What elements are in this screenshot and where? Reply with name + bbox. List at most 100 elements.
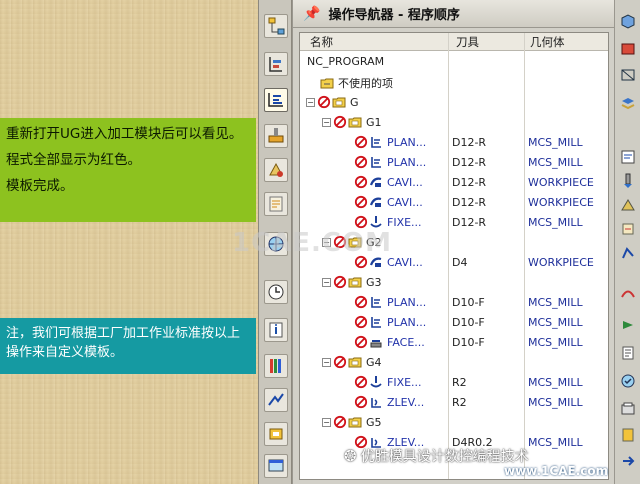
tree-group-row[interactable]: 不使用的项 bbox=[300, 72, 608, 92]
tree-name-cell[interactable]: PLAN... bbox=[354, 155, 426, 169]
geometry-cell: MCS_MILL bbox=[528, 336, 583, 349]
tool-cell: D10-F bbox=[452, 296, 485, 309]
tree-name-cell[interactable]: 不使用的项 bbox=[320, 75, 393, 91]
tree-item-label: G1 bbox=[366, 115, 382, 129]
tree-item-label: NC_PROGRAM bbox=[307, 55, 385, 68]
wireframe-view-icon[interactable] bbox=[619, 66, 637, 84]
assembly-navigator-icon[interactable] bbox=[264, 14, 288, 38]
info-window-icon[interactable] bbox=[264, 318, 288, 342]
tree-operation-row[interactable]: FIXE... R2 MCS_MILL bbox=[300, 372, 608, 392]
geometry-cell: WORKPIECE bbox=[528, 196, 594, 209]
geometry-view-icon[interactable] bbox=[264, 158, 288, 182]
create-tool-icon[interactable] bbox=[619, 172, 637, 190]
operation-navigator-icon[interactable] bbox=[264, 88, 288, 112]
geometry-cell: MCS_MILL bbox=[528, 136, 583, 149]
tree-operation-row[interactable]: CAVI... D12-R WORKPIECE bbox=[300, 172, 608, 192]
tree-item-label: G bbox=[350, 95, 359, 109]
collapse-toggle[interactable]: − bbox=[322, 357, 331, 367]
column-header-geometry[interactable]: 几何体 bbox=[530, 34, 565, 50]
tool-cell: R2 bbox=[452, 396, 467, 409]
pin-icon[interactable]: 📌 bbox=[303, 6, 320, 22]
tree-group-row[interactable]: − G4 bbox=[300, 352, 608, 372]
create-method-icon[interactable] bbox=[619, 220, 637, 238]
display-window-icon[interactable] bbox=[264, 454, 288, 478]
machine-tool-icon[interactable] bbox=[264, 124, 288, 148]
verify-toolpath-icon[interactable] bbox=[619, 372, 637, 390]
tree-name-cell[interactable]: CAVI... bbox=[354, 195, 423, 209]
tree-name-cell[interactable]: − G4 bbox=[322, 355, 382, 369]
note-line-1: 重新打开UG进入加工模块后可以看见。 bbox=[6, 126, 243, 142]
tool-path-icon[interactable] bbox=[264, 388, 288, 412]
cube-view-icon[interactable] bbox=[619, 12, 637, 30]
tree-name-cell[interactable]: − G5 bbox=[322, 415, 382, 429]
tree-operation-row[interactable]: FACE... D10-F MCS_MILL bbox=[300, 332, 608, 352]
status-repost-icon bbox=[354, 375, 368, 389]
create-operation-icon[interactable] bbox=[619, 244, 637, 262]
tree-name-cell[interactable]: FIXE... bbox=[354, 215, 422, 229]
tree-name-cell[interactable]: NC_PROGRAM bbox=[304, 55, 384, 68]
system-materials-icon[interactable] bbox=[264, 422, 288, 446]
tree-name-cell[interactable]: PLAN... bbox=[354, 295, 426, 309]
tree-item-label: CAVI... bbox=[387, 175, 423, 189]
column-header-tool[interactable]: 刀具 bbox=[456, 34, 479, 50]
tree-operation-row[interactable]: PLAN... D10-F MCS_MILL bbox=[300, 312, 608, 332]
status-repost-icon bbox=[354, 175, 368, 189]
tree-group-row[interactable]: − G1 bbox=[300, 112, 608, 132]
tree-operation-row[interactable]: PLAN... D12-R MCS_MILL bbox=[300, 132, 608, 152]
tool-cell: D12-R bbox=[452, 216, 487, 229]
shop-documentation-icon[interactable] bbox=[619, 426, 637, 444]
collapse-toggle[interactable]: − bbox=[322, 277, 331, 287]
geometry-cell: MCS_MILL bbox=[528, 316, 583, 329]
shaded-view-icon[interactable] bbox=[619, 40, 637, 58]
tree-name-cell[interactable]: FIXE... bbox=[354, 375, 422, 389]
tree-item-label: PLAN... bbox=[387, 295, 427, 309]
geometry-cell: WORKPIECE bbox=[528, 256, 594, 269]
status-repost-icon bbox=[333, 115, 347, 129]
tree-operation-row[interactable]: PLAN... D12-R MCS_MILL bbox=[300, 152, 608, 172]
collapse-toggle[interactable]: − bbox=[306, 97, 315, 107]
output-cls-icon[interactable] bbox=[619, 452, 637, 470]
part-navigator-icon[interactable] bbox=[264, 52, 288, 76]
cavity-op-icon bbox=[369, 175, 383, 189]
history-clock-icon[interactable] bbox=[264, 280, 288, 304]
replay-toolpath-icon[interactable] bbox=[619, 316, 637, 334]
layer-settings-icon[interactable] bbox=[619, 94, 637, 112]
tree-item-label: G5 bbox=[366, 415, 382, 429]
status-repost-icon bbox=[317, 95, 331, 109]
create-geometry-icon[interactable] bbox=[619, 196, 637, 214]
status-repost-icon bbox=[354, 335, 368, 349]
postprocess-icon[interactable] bbox=[619, 400, 637, 418]
tree-operation-row[interactable]: CAVI... D12-R WORKPIECE bbox=[300, 192, 608, 212]
wechat-icon: ❂ bbox=[344, 447, 357, 465]
collapse-toggle[interactable]: − bbox=[322, 117, 331, 127]
palette-roles-icon[interactable] bbox=[264, 354, 288, 378]
tree-name-cell[interactable]: CAVI... bbox=[354, 175, 423, 189]
tree-group-row[interactable]: − G bbox=[300, 92, 608, 112]
tree-item-label: CAVI... bbox=[387, 255, 423, 269]
watermark-center: 1CAE.COM bbox=[232, 228, 392, 258]
tree-name-cell[interactable]: − G3 bbox=[322, 275, 382, 289]
tree-name-cell[interactable]: − G1 bbox=[322, 115, 382, 129]
tree-name-cell[interactable]: − G bbox=[306, 95, 359, 109]
generate-toolpath-icon[interactable] bbox=[619, 284, 637, 302]
tree-group-row[interactable]: − G5 bbox=[300, 412, 608, 432]
watermark-site: www.1CAE.com bbox=[504, 464, 609, 478]
tree-group-row[interactable]: NC_PROGRAM bbox=[300, 52, 608, 72]
tree-operation-row[interactable]: ZLEV... R2 MCS_MILL bbox=[300, 392, 608, 412]
right-toolbar bbox=[614, 0, 640, 484]
tree-operation-row[interactable]: PLAN... D10-F MCS_MILL bbox=[300, 292, 608, 312]
method-view-icon[interactable] bbox=[264, 192, 288, 216]
tree-name-cell[interactable]: ZLEV... bbox=[354, 395, 424, 409]
tree-group-row[interactable]: − G3 bbox=[300, 272, 608, 292]
tree-name-cell[interactable]: PLAN... bbox=[354, 315, 426, 329]
unused-folder-icon bbox=[320, 76, 334, 90]
list-toolpath-icon[interactable] bbox=[619, 344, 637, 362]
column-header-name[interactable]: 名称 bbox=[310, 34, 333, 50]
tool-cell: D10-F bbox=[452, 316, 485, 329]
navigator-title-bar: 📌 操作导航器 - 程序顺序 bbox=[293, 0, 615, 28]
tree-name-cell[interactable]: PLAN... bbox=[354, 135, 426, 149]
create-program-icon[interactable] bbox=[619, 148, 637, 166]
geometry-cell: MCS_MILL bbox=[528, 296, 583, 309]
tree-name-cell[interactable]: FACE... bbox=[354, 335, 425, 349]
collapse-toggle[interactable]: − bbox=[322, 417, 331, 427]
